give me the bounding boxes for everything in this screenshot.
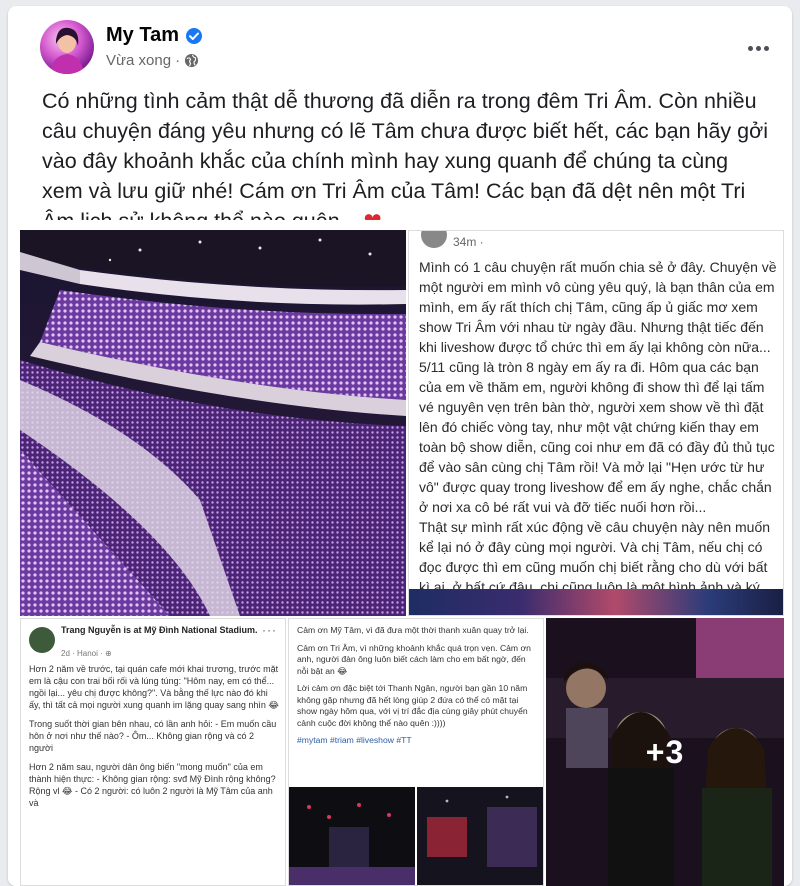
stadium-photo[interactable] [20,230,406,616]
thanks-screenshot[interactable]: Cảm ơn Mỹ Tâm, vì đã đưa một thời thanh … [288,618,544,886]
concert-photo-left [289,787,415,885]
photo-grid: 34m · Mình có 1 câu chuyện rất muốn chia… [8,220,792,886]
story-screenshot[interactable]: 34m · Mình có 1 câu chuyện rất muốn chia… [408,230,784,616]
thanks-text: Cảm ơn Mỹ Tâm, vì đã đưa một thời thanh … [297,625,537,753]
checkin-paragraph: Hơn 2 năm sau, người dân ông biến "mong … [29,762,276,808]
story-header: 34m · [421,231,484,249]
more-dot-icon [747,45,753,51]
author-name[interactable]: My Tam [106,24,179,47]
caption-text: Có những tình cảm thật dễ thương đã diễn… [42,89,768,233]
checkin-meta: 2d · Hanoi · ⊕ [61,649,112,658]
more-photos-tile[interactable]: +3 [546,618,784,886]
globe-icon[interactable] [184,53,199,68]
more-dot-icon [755,45,761,51]
avatar-portrait-icon [50,27,84,74]
checkin-more-icon: ··· [262,623,277,637]
story-avatar [421,231,447,248]
checkin-paragraph: Hơn 2 năm về trước, tại quán cafe mới kh… [29,664,279,710]
post-caption: Có những tình cảm thật dễ thương đã diễn… [42,86,772,236]
story-time: 34m · [453,235,484,249]
avatar[interactable] [40,20,94,74]
checkin-screenshot[interactable]: Trang Nguyễn is at Mỹ Đình National Stad… [20,618,286,886]
story-text: Mình có 1 câu chuyện rất muốn chia sẻ ở … [419,257,779,615]
more-count-overlay[interactable]: +3 [546,618,784,886]
verified-badge-icon [185,27,202,44]
checkin-name: Trang Nguyễn is at Mỹ Đình National Stad… [61,625,258,635]
post-card: My Tam Vừa xong · Có những tình cảm thật… [8,6,792,886]
more-dot-icon [763,45,769,51]
story-paragraph: Mình có 1 câu chuyện rất muốn chia sẻ ở … [419,259,777,515]
thanks-paragraph: Cảm ơn Tri Âm, vì những khoảnh khắc quá … [297,642,531,676]
checkin-text: Hơn 2 năm về trước, tại quán cafe mới kh… [29,663,279,816]
thanks-hashtags[interactable]: #mytam #triam #liveshow #TT [297,735,537,747]
concert-image-icon [417,787,543,885]
post-header: My Tam Vừa xong · [8,6,792,81]
stadium-image-icon [20,230,406,616]
thanks-paragraph: Lời cảm ơn đặc biệt tới Thanh Ngân, ngườ… [297,683,528,728]
concert-image-icon [289,787,415,885]
checkin-avatar [29,627,55,653]
story-photo-strip [409,589,783,615]
more-options-button[interactable] [740,30,776,66]
meta-separator: · [175,52,181,69]
checkin-paragraph: Trong suốt thời gian bên nhau, có lần an… [29,719,277,753]
concert-photo-right [417,787,543,885]
thanks-paragraph: Cảm ơn Mỹ Tâm, vì đã đưa một thời thanh … [297,625,529,635]
post-time[interactable]: Vừa xong [106,52,171,69]
